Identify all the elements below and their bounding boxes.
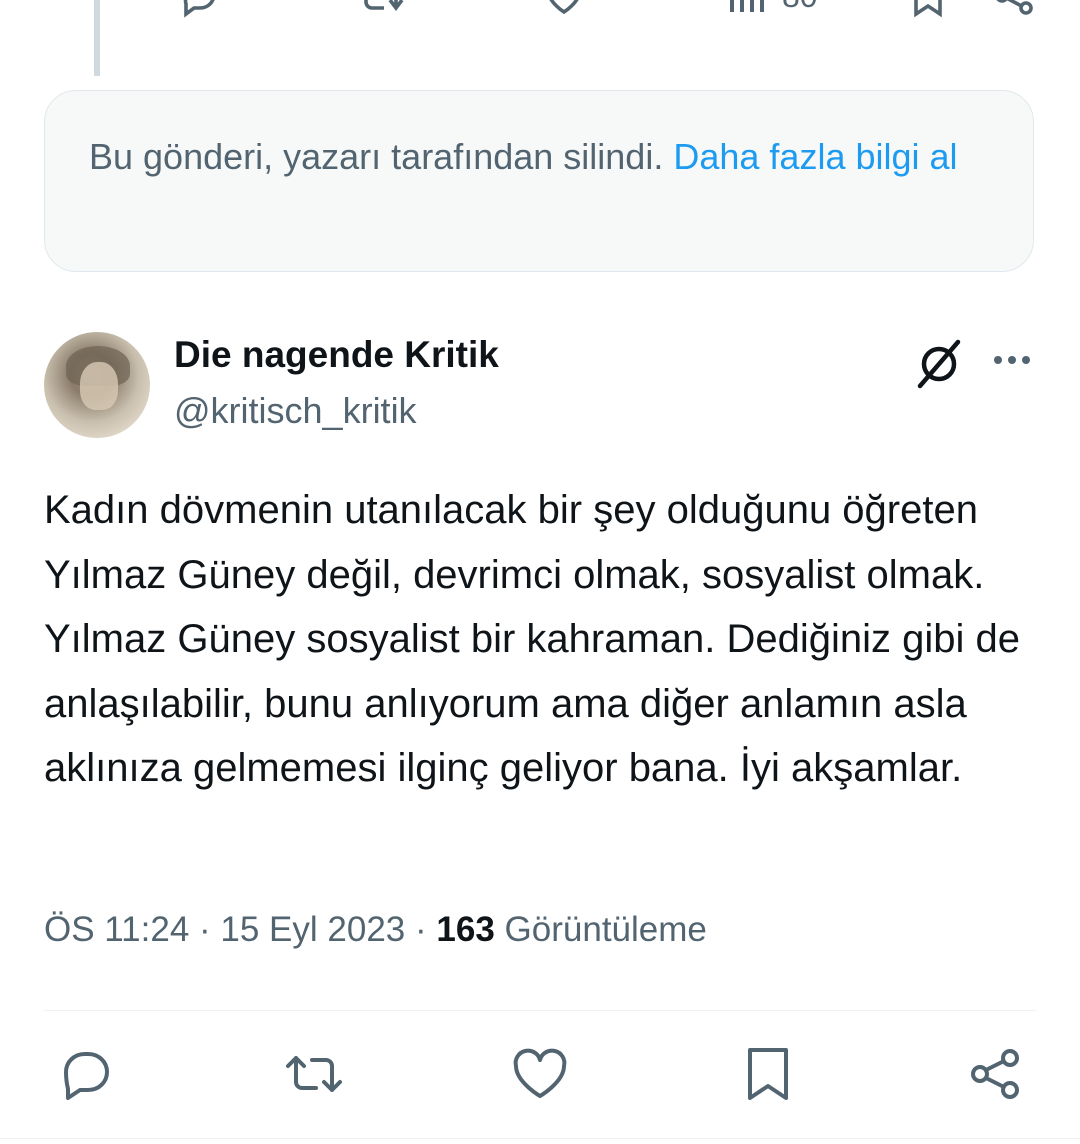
retweet-icon (286, 1056, 342, 1092)
share-button[interactable] (966, 1044, 1026, 1104)
tweet-meta: ÖS 11:24 · 15 Eyl 2023 · 163 Görüntüleme (44, 910, 707, 949)
learn-more-link[interactable]: Daha fazla bilgi al (673, 136, 957, 177)
tweet-time[interactable]: ÖS 11:24 (44, 910, 189, 949)
views-count-bold[interactable]: 163 (436, 910, 494, 949)
bookmark-icon (748, 1048, 788, 1100)
display-name[interactable]: Die nagende Kritik (174, 334, 499, 376)
retweet-button[interactable] (284, 1044, 344, 1104)
deleted-notice-text: Bu gönderi, yazarı tarafından silindi. (89, 136, 664, 177)
like-button[interactable] (510, 1044, 570, 1104)
user-handle[interactable]: @kritisch_kritik (174, 390, 417, 432)
reply-icon (64, 1052, 109, 1100)
views-count: 80 (782, 0, 818, 15)
tweet-text: Kadın dövmenin utanılacak bir şey olduğu… (44, 488, 1020, 790)
heart-icon (513, 1048, 567, 1098)
grok-icon[interactable] (912, 336, 966, 390)
avatar[interactable] (44, 332, 150, 438)
reply-icon[interactable] (176, 0, 224, 20)
deleted-post-notice: Bu gönderi, yazarı tarafından silindi. D… (44, 90, 1034, 272)
views-label[interactable]: Görüntüleme (505, 910, 707, 949)
bottom-divider (0, 1138, 1080, 1139)
share-icon (971, 1049, 1019, 1099)
more-icon[interactable] (988, 340, 1036, 380)
tweet-date[interactable]: 15 Eyl 2023 (220, 910, 405, 949)
bookmark-button[interactable] (738, 1044, 798, 1104)
retweet-icon[interactable] (358, 0, 406, 20)
previous-tweet-actions: 80 (0, 0, 1080, 30)
reply-button[interactable] (56, 1044, 116, 1104)
bookmark-icon[interactable] (904, 0, 952, 20)
share-icon[interactable] (990, 0, 1038, 20)
divider (44, 1010, 1036, 1011)
heart-icon[interactable] (540, 0, 588, 20)
views-icon[interactable] (722, 0, 770, 20)
